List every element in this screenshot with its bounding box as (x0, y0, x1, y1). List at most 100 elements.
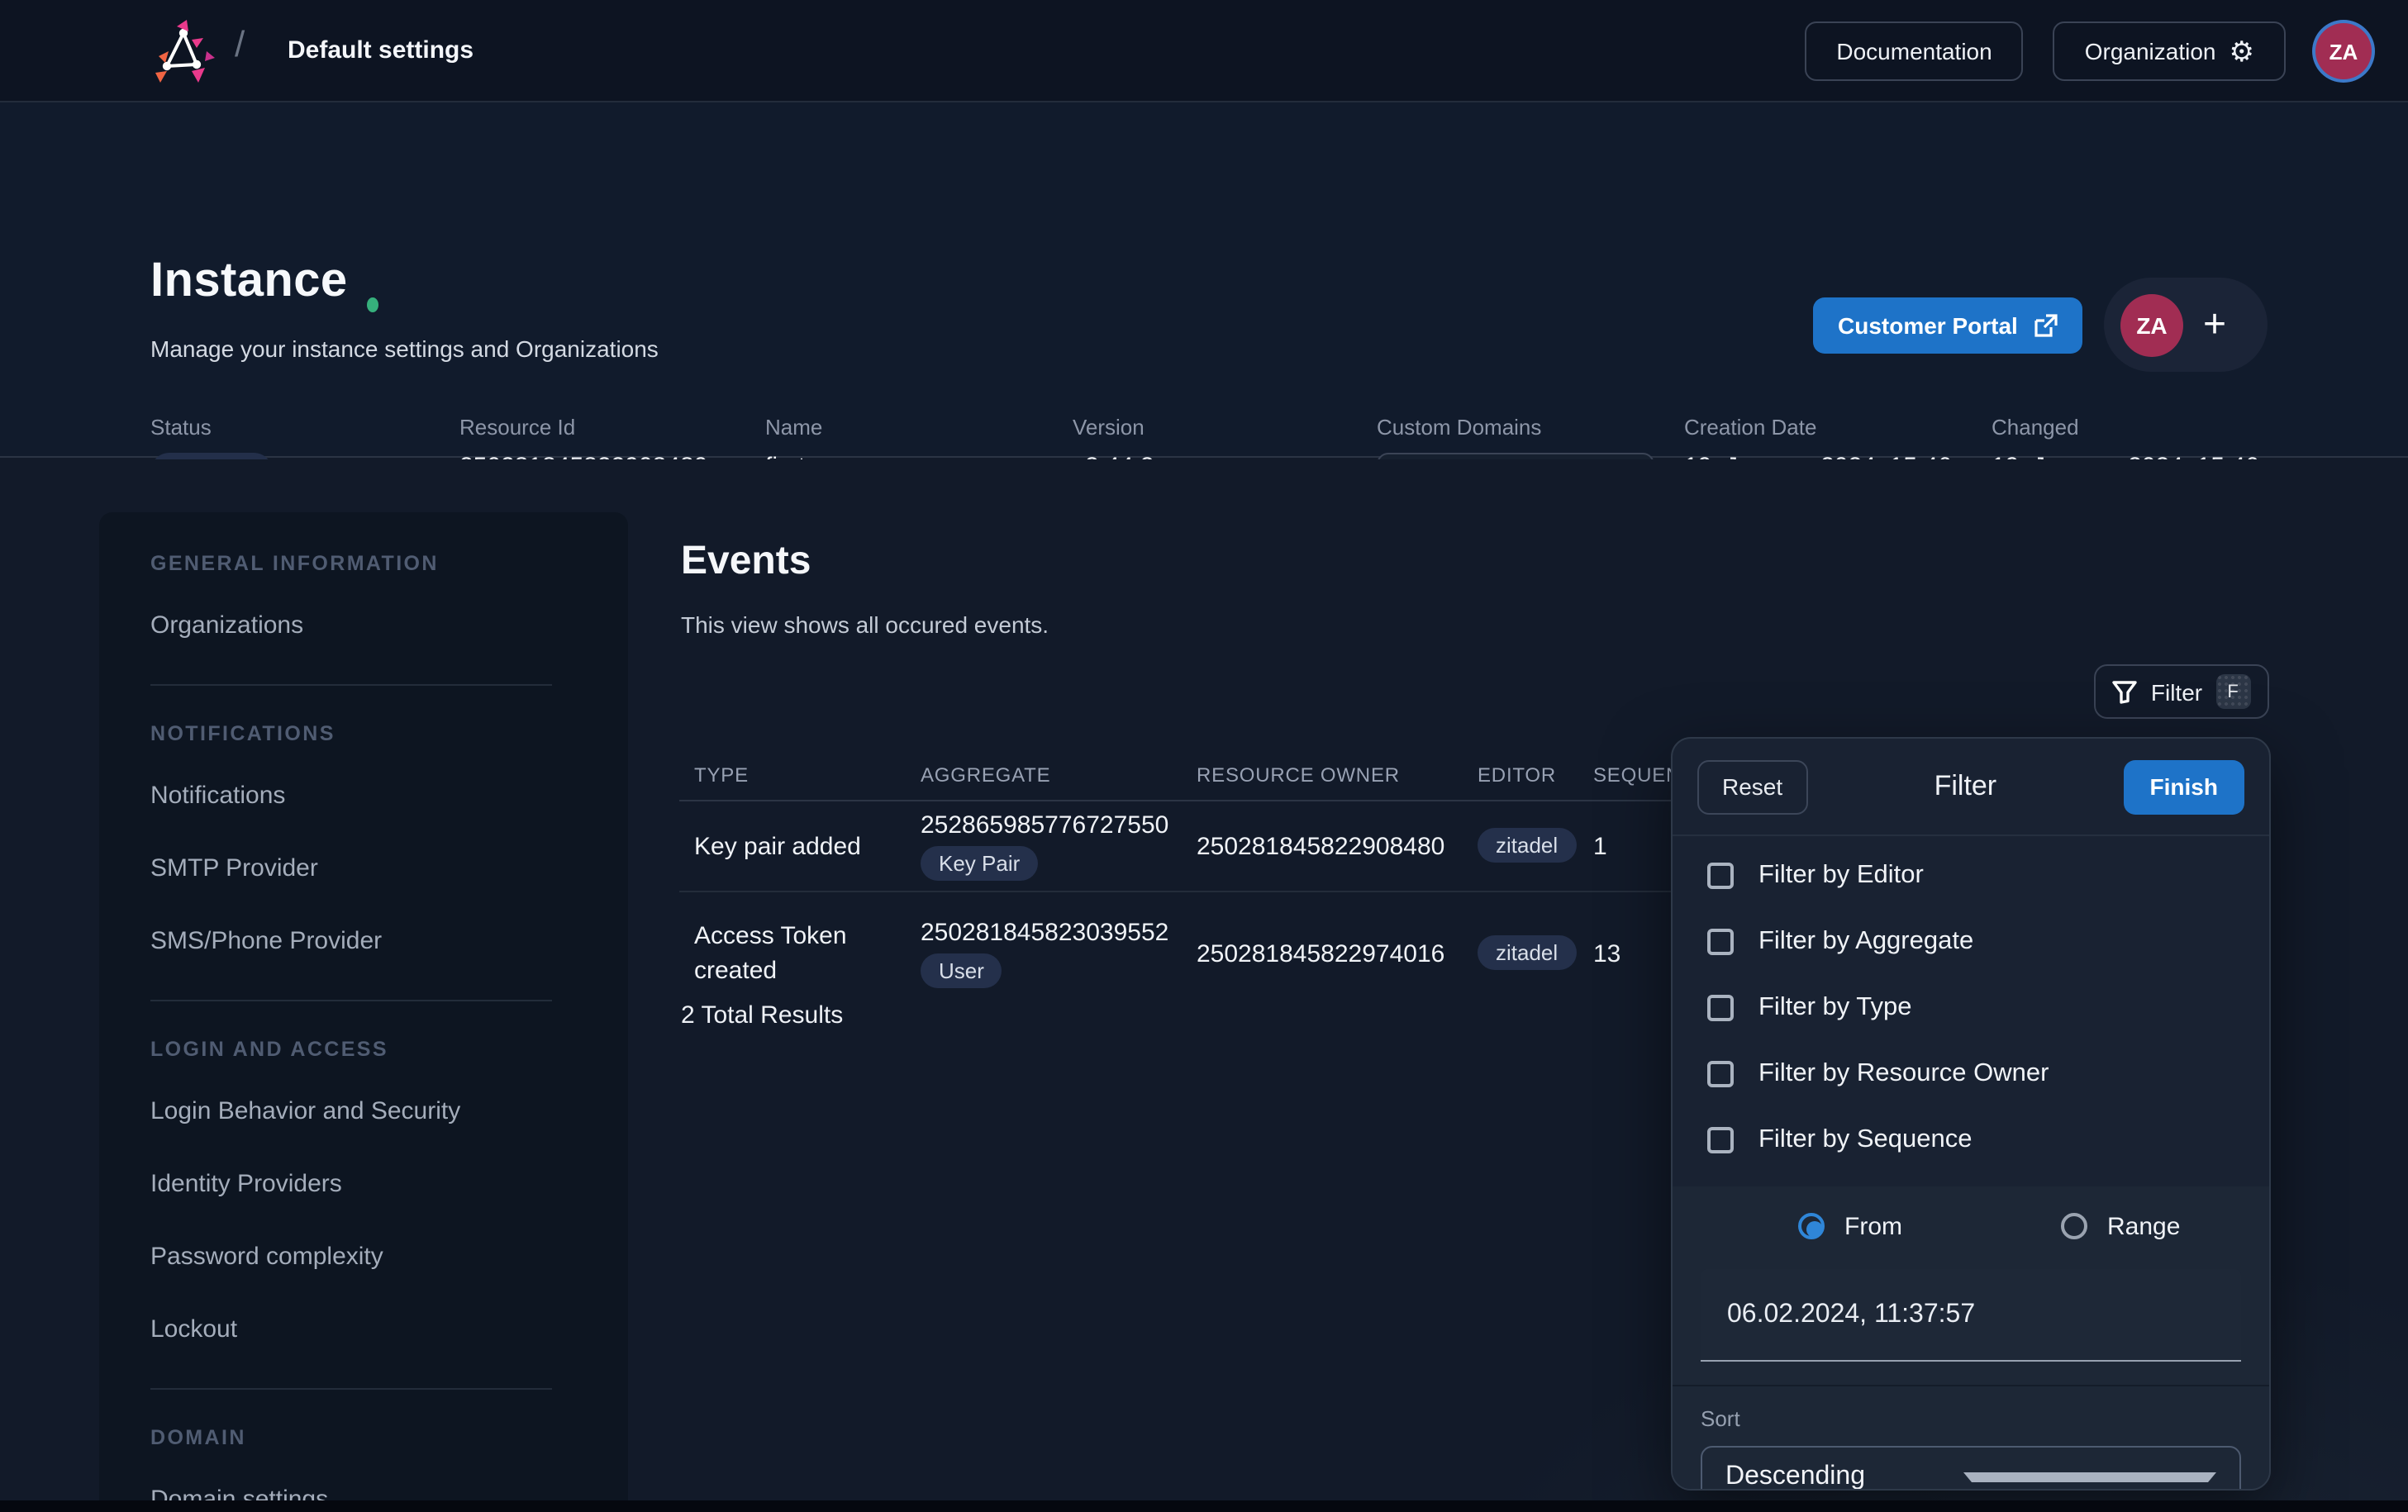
status-green-dot (367, 297, 378, 312)
event-type: Key pair added (679, 829, 921, 863)
reset-button[interactable]: Reset (1697, 759, 1807, 814)
gear-icon: ⚙ (2230, 37, 2255, 65)
column-type[interactable]: TYPE (679, 763, 921, 787)
field-label: Custom Domains (1377, 415, 1654, 440)
finish-button[interactable]: Finish (2124, 759, 2244, 814)
date-input[interactable]: 06.02.2024, 11:37:57 (1701, 1269, 2241, 1362)
checkbox-icon[interactable] (1707, 995, 1734, 1021)
date-mode-radios: From Range (1673, 1186, 2269, 1259)
add-icon[interactable]: + (2203, 302, 2226, 348)
filter-panel-footer: From Range 06.02.2024, 11:37:57 Sort Des… (1673, 1186, 2269, 1491)
checkbox-label: Filter by Aggregate (1758, 927, 1973, 957)
date-value: 06.02.2024, 11:37:57 (1727, 1300, 1975, 1329)
sidebar-item-notifications[interactable]: Notifications (150, 782, 628, 810)
customer-portal-label: Customer Portal (1838, 312, 2018, 339)
org-switcher[interactable]: ZA + (2104, 278, 2268, 372)
organization-button[interactable]: Organization ⚙ (2053, 21, 2286, 81)
sidebar-item-identity-providers[interactable]: Identity Providers (150, 1170, 628, 1198)
top-navbar: / Default settings Documentation Organiz… (0, 0, 2408, 102)
column-resource-owner[interactable]: RESOURCE OWNER (1197, 763, 1478, 787)
checkbox-label: Filter by Editor (1758, 861, 1924, 891)
filter-button[interactable]: Filter F (2094, 664, 2269, 719)
page-subtitle: Manage your instance settings and Organi… (150, 335, 659, 362)
instance-header: Instance Manage your instance settings a… (0, 102, 2408, 458)
total-results: 2 Total Results (681, 1001, 843, 1029)
table-row[interactable]: Key pair added 252865985776727550 Key Pa… (679, 801, 1747, 891)
documentation-button[interactable]: Documentation (1805, 21, 2023, 81)
checkbox-label: Filter by Sequence (1758, 1125, 1973, 1155)
sidebar-section-general: GENERAL INFORMATION (150, 552, 628, 575)
column-aggregate[interactable]: AGGREGATE (921, 763, 1197, 787)
filter-button-label: Filter (2151, 678, 2202, 705)
user-avatar[interactable]: ZA (2315, 23, 2372, 79)
filter-panel-body: Filter by Editor Filter by Aggregate Fil… (1673, 836, 2269, 1491)
sidebar-item-password-complexity[interactable]: Password complexity (150, 1243, 628, 1271)
checkbox-label: Filter by Resource Owner (1758, 1059, 2049, 1089)
event-type: Access Token created (679, 919, 921, 988)
sidebar-item-sms-phone-provider[interactable]: SMS/Phone Provider (150, 927, 628, 955)
field-label: Status (150, 415, 274, 440)
sidebar-item-smtp-provider[interactable]: SMTP Provider (150, 854, 628, 882)
sidebar-section-login-access: LOGIN AND ACCESS (150, 1038, 628, 1061)
filter-by-editor-option[interactable]: Filter by Editor (1673, 843, 2269, 909)
filter-by-aggregate-option[interactable]: Filter by Aggregate (1673, 909, 2269, 975)
events-table: TYPE AGGREGATE RESOURCE OWNER EDITOR SEQ… (679, 750, 1747, 1015)
sort-section: Sort Descending (1673, 1385, 2269, 1491)
radio-selected-icon[interactable] (1798, 1213, 1825, 1239)
field-label: Changed (1992, 415, 2259, 440)
column-editor[interactable]: EDITOR (1478, 763, 1593, 787)
chevron-down-icon (1963, 1472, 2216, 1482)
filter-panel-header: Reset Filter Finish (1673, 739, 2269, 836)
radio-from[interactable]: From (1798, 1212, 1902, 1240)
resource-owner: 250281845822974016 (1197, 939, 1478, 968)
filter-by-resource-owner-option[interactable]: Filter by Resource Owner (1673, 1041, 2269, 1107)
field-label: Resource Id (459, 415, 707, 440)
checkbox-icon[interactable] (1707, 1061, 1734, 1087)
filter-by-sequence-option[interactable]: Filter by Sequence (1673, 1107, 2269, 1173)
aggregate-id: 252865985776727550 (921, 811, 1168, 839)
checkbox-icon[interactable] (1707, 863, 1734, 889)
sidebar-item-lockout[interactable]: Lockout (150, 1315, 628, 1343)
sidebar-item-login-behavior[interactable]: Login Behavior and Security (150, 1097, 628, 1125)
filter-panel: Reset Filter Finish Filter by Editor Fil… (1671, 737, 2271, 1491)
events-description: This view shows all occured events. (681, 611, 1049, 638)
sidebar-divider (150, 684, 552, 686)
breadcrumb[interactable]: Default settings (288, 36, 474, 64)
navbar-actions: Documentation Organization ⚙ ZA (1805, 0, 2372, 102)
app-viewport: / Default settings Documentation Organiz… (0, 0, 2408, 1512)
settings-sidebar: GENERAL INFORMATION Organizations NOTIFI… (99, 512, 628, 1512)
external-link-icon (2033, 313, 2058, 338)
table-row[interactable]: Access Token created 250281845823039552 … (679, 892, 1747, 1015)
window-bottom-strip (0, 1500, 2408, 1512)
radio-range[interactable]: Range (2061, 1212, 2180, 1240)
filter-panel-title: Filter (1807, 770, 2123, 803)
aggregate-type-badge: User (921, 953, 1002, 988)
resource-owner: 250281845822908480 (1197, 832, 1478, 860)
sidebar-divider (150, 1388, 552, 1390)
checkbox-label: Filter by Type (1758, 993, 1912, 1023)
filter-by-type-option[interactable]: Filter by Type (1673, 975, 2269, 1041)
sort-select[interactable]: Descending (1701, 1446, 2241, 1491)
sidebar-divider (150, 1000, 552, 1001)
checkbox-icon[interactable] (1707, 929, 1734, 955)
sidebar-section-notifications: NOTIFICATIONS (150, 722, 628, 745)
documentation-label: Documentation (1836, 38, 1992, 64)
radio-unselected-icon[interactable] (2061, 1213, 2087, 1239)
aggregate-cell: 250281845823039552 User (921, 909, 1197, 998)
events-title: Events (681, 539, 811, 585)
aggregate-id: 250281845823039552 (921, 919, 1168, 947)
field-label: Name (765, 415, 822, 440)
editor-badge: zitadel (1478, 828, 1576, 863)
aggregate-type-badge: Key Pair (921, 846, 1038, 881)
zitadel-console: / Default settings Documentation Organiz… (0, 0, 2408, 1512)
aggregate-cell: 252865985776727550 Key Pair (921, 801, 1197, 891)
radio-label: Range (2107, 1212, 2180, 1240)
org-avatar[interactable]: ZA (2120, 293, 2183, 356)
customer-portal-button[interactable]: Customer Portal (1813, 297, 2082, 354)
sort-label: Sort (1701, 1406, 2241, 1431)
editor-badge: zitadel (1478, 935, 1576, 970)
sidebar-item-organizations[interactable]: Organizations (150, 611, 628, 640)
checkbox-icon[interactable] (1707, 1127, 1734, 1153)
zitadel-logo-icon[interactable] (152, 17, 218, 86)
radio-label: From (1844, 1212, 1902, 1240)
